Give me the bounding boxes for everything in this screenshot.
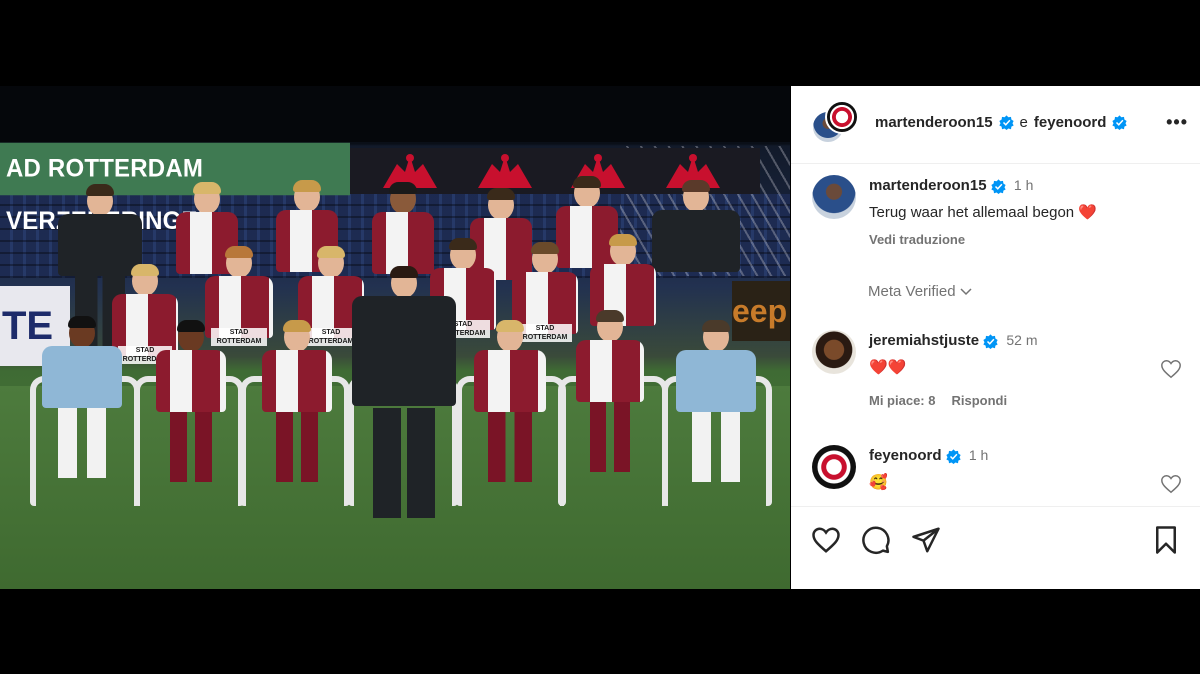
meta-verified-toggle[interactable]: Meta Verified — [868, 283, 972, 300]
avatar[interactable] — [812, 175, 856, 219]
verified-badge-icon — [998, 115, 1014, 130]
comment-time: 1 h — [1013, 177, 1034, 193]
heart-icon[interactable] — [1160, 358, 1182, 380]
meta-verified-label: Meta Verified — [868, 283, 956, 300]
post-authors: martenderoon15 e feyenoord — [875, 114, 1128, 131]
comments-list[interactable]: martenderoon15 1 h Terug waar het allema… — [791, 165, 1200, 505]
team-member — [262, 320, 332, 542]
comment-icon[interactable] — [861, 525, 891, 555]
avatar[interactable] — [812, 330, 856, 374]
team-member — [156, 320, 226, 542]
post-actions-bar — [791, 506, 1200, 589]
team-member — [474, 320, 546, 542]
caption-text: Terug waar het allemaal begon ❤️ — [869, 204, 1097, 221]
more-icon: ••• — [1166, 112, 1188, 132]
team-member — [352, 266, 456, 528]
chevron-down-icon — [960, 288, 972, 296]
bookmark-icon[interactable] — [1151, 525, 1181, 555]
kappa-logo-icon — [478, 154, 532, 188]
translate-link[interactable]: Vedi traduzione — [869, 232, 1160, 247]
team-member — [676, 320, 756, 542]
author-username[interactable]: martenderoon15 — [875, 114, 993, 131]
comment-username[interactable]: feyenoord — [869, 447, 942, 464]
author-conjunction: e — [1019, 114, 1028, 131]
post-viewer: AD ROTTERDAM VERZEKERINGEN TE eep STAD R… — [0, 86, 1200, 589]
verified-badge-icon — [983, 333, 998, 349]
heart-icon[interactable] — [1160, 473, 1182, 495]
heart-icon[interactable] — [811, 525, 841, 555]
photo-sky — [0, 86, 790, 142]
comment-text: 🥰 — [869, 474, 888, 491]
collaborator-username[interactable]: feyenoord — [1034, 114, 1107, 131]
post-header: martenderoon15 e feyenoord ••• — [791, 86, 1200, 164]
avatar[interactable] — [825, 100, 859, 134]
post-photo[interactable]: AD ROTTERDAM VERZEKERINGEN TE eep STAD R… — [0, 86, 790, 589]
comment-time: 52 m — [1006, 332, 1038, 348]
verified-badge-icon — [946, 448, 961, 464]
share-icon[interactable] — [911, 525, 941, 555]
team-member — [576, 310, 644, 532]
comment-time: 1 h — [968, 447, 989, 463]
avatar[interactable] — [812, 445, 856, 489]
verified-badge-icon — [1112, 115, 1128, 130]
comment-username[interactable]: jeremiahstjuste — [869, 332, 979, 349]
author-avatars[interactable] — [811, 100, 859, 148]
comment-likes[interactable]: Mi piace: 8 — [869, 393, 935, 408]
team-member — [42, 316, 122, 538]
verified-badge-icon — [991, 178, 1006, 194]
more-options-button[interactable]: ••• — [1166, 112, 1188, 133]
post-side-panel: martenderoon15 e feyenoord ••• martender… — [791, 86, 1200, 589]
comment-text: ❤️❤️ — [869, 359, 907, 376]
reply-button[interactable]: Rispondi — [951, 393, 1007, 408]
comment-username[interactable]: martenderoon15 — [869, 177, 987, 194]
